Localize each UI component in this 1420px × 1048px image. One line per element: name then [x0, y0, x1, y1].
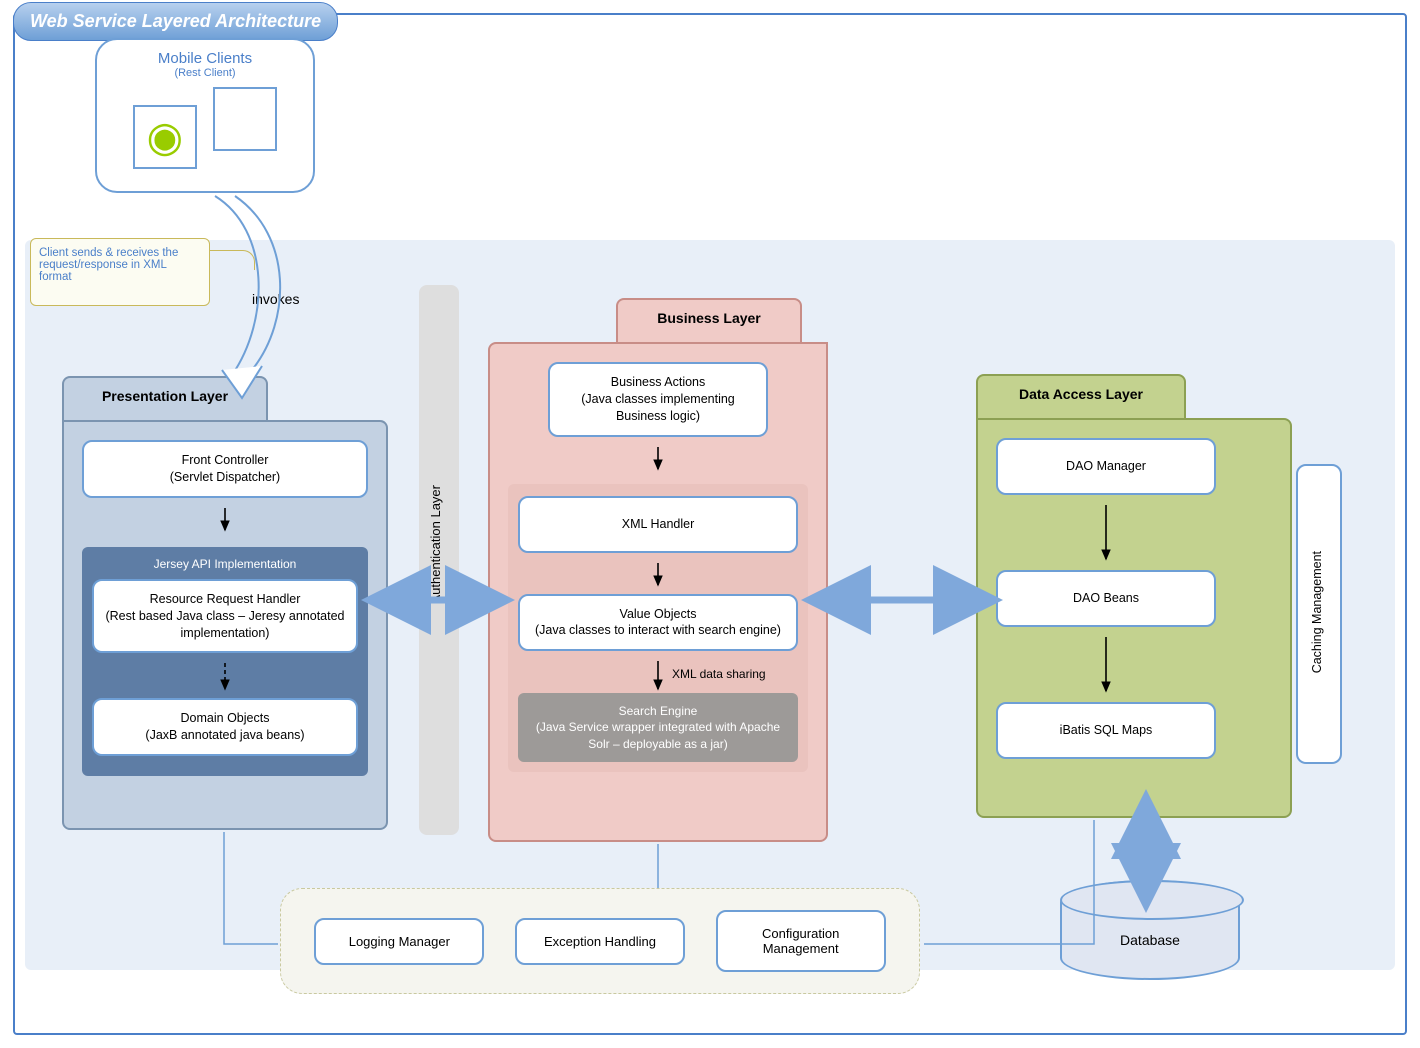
- auth-label: Authentication Layer: [428, 485, 443, 604]
- logging-manager: Logging Manager: [314, 918, 484, 965]
- mobile-subtitle: (Rest Client): [97, 67, 313, 79]
- mobile-clients-box: Mobile Clients (Rest Client) ◉: [95, 38, 315, 193]
- invokes-label: invokes: [252, 291, 299, 307]
- apple-icon: [213, 87, 277, 151]
- dao-manager: DAO Manager: [996, 438, 1216, 495]
- business-actions: Business Actions (Java classes implement…: [548, 362, 768, 437]
- note-callout: Client sends & receives the request/resp…: [30, 238, 210, 306]
- database-label: Database: [1060, 932, 1240, 948]
- ibatis-sql-maps: iBatis SQL Maps: [996, 702, 1216, 759]
- caching-management: Caching Management: [1296, 464, 1342, 764]
- xml-sharing-label: XML data sharing: [672, 667, 766, 681]
- utility-box: Logging Manager Exception Handling Confi…: [280, 888, 920, 994]
- business-layer: Business Layer Business Actions (Java cl…: [488, 342, 828, 842]
- presentation-layer: Presentation Layer Front Controller (Ser…: [62, 420, 388, 830]
- dao-beans: DAO Beans: [996, 570, 1216, 627]
- value-objects: Value Objects (Java classes to interact …: [518, 594, 798, 652]
- resource-request-handler: Resource Request Handler (Rest based Jav…: [92, 579, 358, 654]
- database: Database: [1060, 880, 1240, 995]
- configuration-management: Configuration Management: [716, 910, 886, 972]
- business-inner: XML Handler Value Objects (Java classes …: [508, 484, 808, 772]
- presentation-tab: Presentation Layer: [62, 376, 268, 420]
- diagram-title: Web Service Layered Architecture: [13, 2, 338, 41]
- search-engine: Search Engine (Java Service wrapper inte…: [518, 693, 798, 762]
- mobile-title: Mobile Clients: [97, 50, 313, 67]
- data-access-layer: Data Access Layer DAO Manager DAO Beans …: [976, 418, 1292, 818]
- note-connector: [210, 250, 255, 270]
- business-tab: Business Layer: [616, 298, 802, 342]
- authentication-layer: Authentication Layer: [419, 285, 459, 835]
- caching-label: Caching Management: [1310, 551, 1324, 673]
- exception-handling: Exception Handling: [515, 918, 685, 965]
- jersey-api-box: Jersey API Implementation Resource Reque…: [82, 547, 368, 776]
- domain-objects: Domain Objects (JaxB annotated java bean…: [92, 698, 358, 756]
- jersey-title: Jersey API Implementation: [92, 557, 358, 571]
- xml-handler: XML Handler: [518, 496, 798, 553]
- android-icon: ◉: [133, 105, 197, 169]
- data-access-tab: Data Access Layer: [976, 374, 1186, 418]
- front-controller: Front Controller (Servlet Dispatcher): [82, 440, 368, 498]
